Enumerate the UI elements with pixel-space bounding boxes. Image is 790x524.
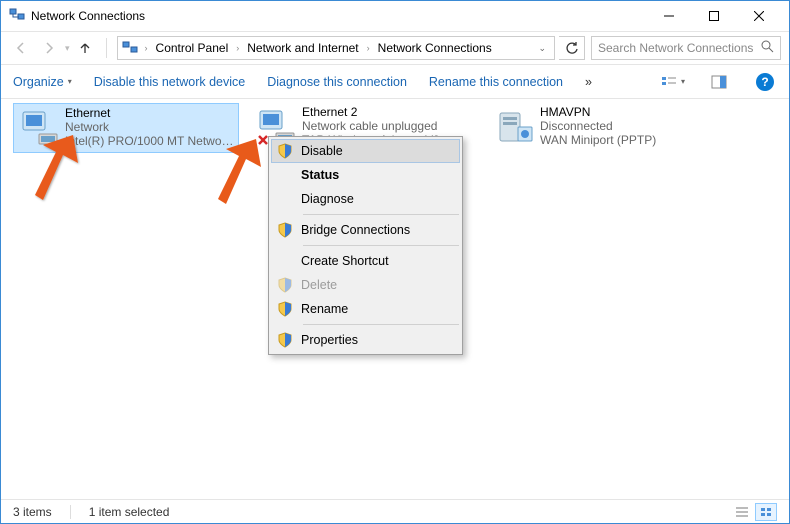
organize-menu[interactable]: Organize▾ — [13, 75, 72, 89]
minimize-button[interactable] — [646, 2, 691, 30]
menu-separator — [303, 324, 459, 325]
network-connections-icon — [9, 6, 25, 27]
icons-view-button[interactable] — [755, 503, 777, 521]
menu-separator — [303, 245, 459, 246]
selection-count: 1 item selected — [89, 505, 170, 519]
context-item-bridge[interactable]: Bridge Connections — [271, 218, 460, 242]
connection-status: Network cable unplugged — [302, 119, 440, 133]
addressbar: ▾ › Control Panel › Network and Internet… — [1, 31, 789, 65]
connection-status: Disconnected — [540, 119, 656, 133]
preview-pane-button[interactable] — [707, 75, 731, 89]
chevron-right-icon[interactable]: › — [364, 43, 373, 53]
up-button[interactable] — [74, 37, 96, 59]
context-item-diagnose[interactable]: Diagnose — [271, 187, 460, 211]
diagnose-button[interactable]: Diagnose this connection — [267, 75, 407, 89]
chevron-down-icon[interactable]: ⌄ — [534, 43, 550, 54]
close-button[interactable] — [736, 2, 781, 30]
annotation-arrow — [206, 139, 276, 209]
disable-device-button[interactable]: Disable this network device — [94, 75, 245, 89]
network-connections-icon — [122, 39, 138, 58]
breadcrumb[interactable]: › Control Panel › Network and Internet ›… — [117, 36, 555, 60]
shield-icon — [277, 222, 293, 238]
context-item-status[interactable]: Status — [271, 163, 460, 187]
search-placeholder: Search Network Connections — [598, 41, 753, 55]
history-dropdown-icon[interactable]: ▾ — [65, 43, 70, 54]
context-item-delete[interactable]: Delete — [271, 273, 460, 297]
separator — [106, 38, 107, 58]
forward-button[interactable] — [37, 36, 61, 60]
chevron-down-icon: ▾ — [68, 77, 72, 86]
vpn-adapter-icon — [492, 105, 536, 149]
context-item-properties[interactable]: Properties — [271, 328, 460, 352]
connection-device: WAN Miniport (PPTP) — [540, 133, 656, 147]
connection-name: Ethernet 2 — [302, 105, 440, 119]
statusbar: 3 items 1 item selected — [1, 499, 789, 523]
chevron-right-icon[interactable]: › — [142, 43, 151, 53]
context-menu: Disable Status Diagnose Bridge Connectio… — [268, 136, 463, 355]
refresh-button[interactable] — [559, 36, 585, 60]
context-item-disable[interactable]: Disable — [271, 139, 460, 163]
annotation-arrow — [23, 135, 93, 205]
menu-separator — [303, 214, 459, 215]
titlebar: Network Connections — [1, 1, 789, 31]
breadcrumb-item[interactable]: Network and Internet — [244, 39, 361, 57]
toolbar-overflow[interactable]: » — [585, 75, 592, 89]
window-title: Network Connections — [31, 9, 646, 23]
details-view-button[interactable] — [731, 503, 753, 521]
item-count: 3 items — [13, 505, 52, 519]
maximize-button[interactable] — [691, 2, 736, 30]
connection-name: HMAVPN — [540, 105, 656, 119]
separator — [70, 505, 71, 519]
help-button[interactable]: ? — [753, 73, 777, 91]
rename-button[interactable]: Rename this connection — [429, 75, 563, 89]
shield-icon — [277, 332, 293, 348]
shield-icon — [277, 301, 293, 317]
view-options-button[interactable]: ▾ — [661, 75, 685, 89]
breadcrumb-item[interactable]: Network Connections — [375, 39, 495, 57]
search-input[interactable]: Search Network Connections — [591, 36, 781, 60]
chevron-right-icon[interactable]: › — [233, 43, 242, 53]
shield-icon — [277, 277, 293, 293]
connection-status: Network — [65, 120, 235, 134]
search-icon — [761, 40, 774, 56]
breadcrumb-item[interactable]: Control Panel — [153, 39, 232, 57]
shield-icon — [277, 143, 293, 159]
context-item-shortcut[interactable]: Create Shortcut — [271, 249, 460, 273]
toolbar: Organize▾ Disable this network device Di… — [1, 65, 789, 99]
connection-item-hmavpn[interactable]: HMAVPN Disconnected WAN Miniport (PPTP) — [489, 103, 715, 153]
connection-name: Ethernet — [65, 106, 235, 120]
context-item-rename[interactable]: Rename — [271, 297, 460, 321]
back-button[interactable] — [9, 36, 33, 60]
